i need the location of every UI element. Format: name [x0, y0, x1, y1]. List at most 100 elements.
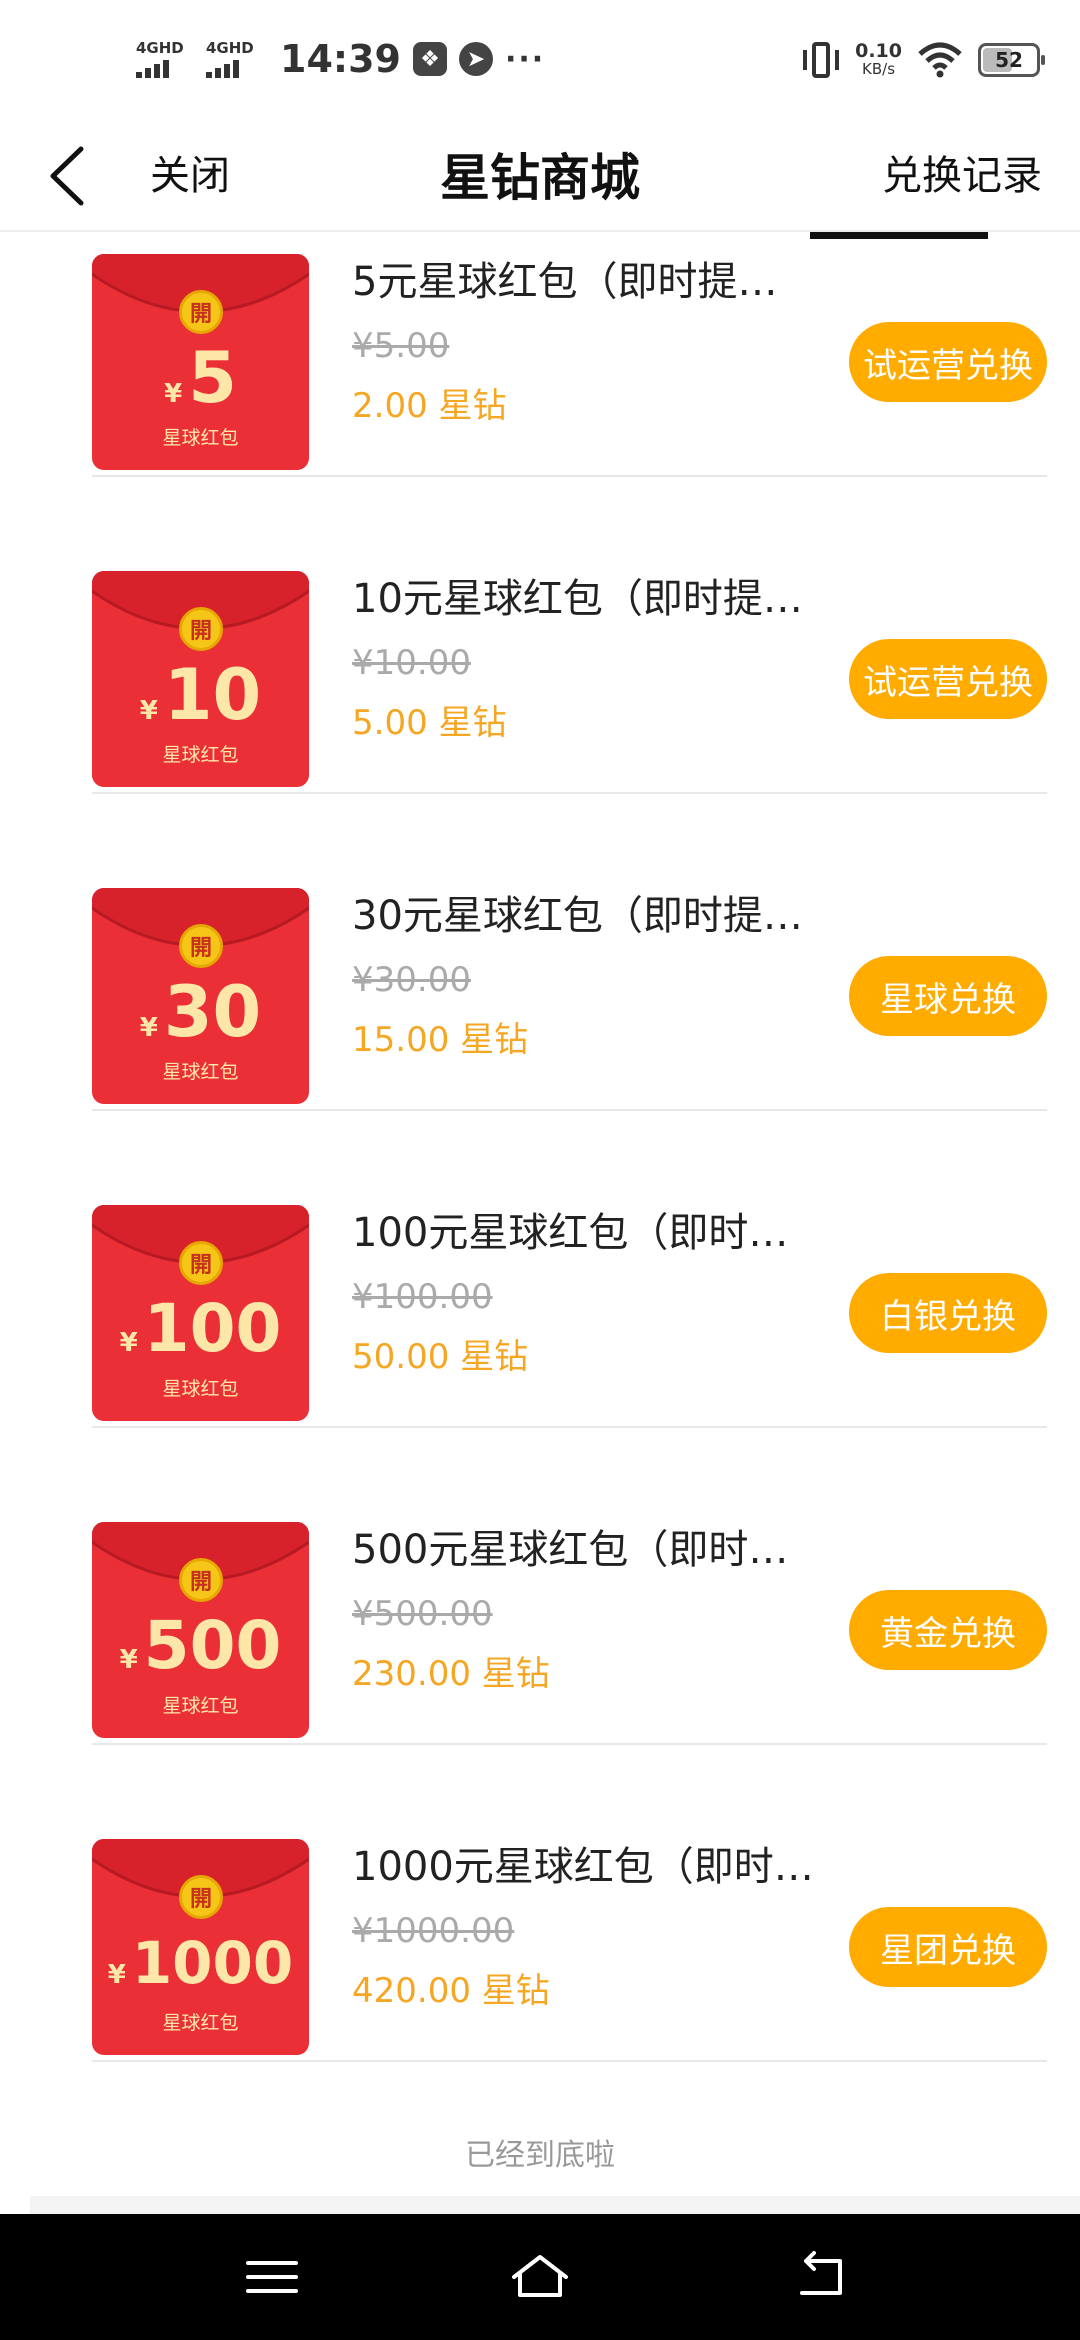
star-diamond-price: 50.00 星钻	[352, 1337, 529, 1377]
return-icon	[800, 2251, 842, 2295]
open-coin-icon: 開	[179, 924, 223, 968]
wifi-icon	[918, 42, 962, 78]
original-price: ¥10.00	[352, 643, 471, 683]
envelope-caption: 星球红包	[162, 427, 239, 449]
product-item[interactable]: 開 ¥5 星球红包 5元星球红包（即时提… ¥5.00 2.00 星钻 试运营兑换	[92, 161, 1047, 477]
original-price: ¥500.00	[352, 1594, 493, 1634]
star-diamond-price: 230.00 星钻	[352, 1654, 550, 1694]
currency-symbol: ¥	[164, 379, 183, 409]
exchange-button[interactable]: 黄金兑换	[849, 1590, 1047, 1670]
red-envelope-image: 開 ¥10 星球红包	[92, 571, 309, 787]
app-notification-icon: ❖	[412, 42, 447, 76]
home-button[interactable]	[510, 2247, 570, 2307]
star-diamond-price: 2.00 星钻	[352, 386, 507, 426]
signal-icon: 4GHD	[206, 40, 264, 78]
envelope-amount-value: 30	[163, 971, 262, 1053]
item-divider	[92, 1743, 1047, 1745]
product-name: 500元星球红包（即时…	[352, 1527, 789, 1573]
battery-icon: 52	[978, 43, 1045, 77]
original-price: ¥5.00	[352, 326, 450, 366]
product-name: 10元星球红包（即时提…	[352, 576, 803, 622]
vibrate-icon	[803, 40, 840, 80]
envelope-caption: 星球红包	[162, 744, 239, 766]
envelope-amount: ¥30	[92, 972, 309, 1052]
product-name: 5元星球红包（即时提…	[352, 259, 778, 305]
currency-symbol: ¥	[119, 1645, 138, 1675]
product-item[interactable]: 開 ¥1000 星球红包 1000元星球红包（即时… ¥1000.00 420.00 星钻…	[92, 1746, 1047, 2062]
item-divider	[92, 1109, 1047, 1111]
envelope-amount: ¥5	[92, 338, 309, 418]
exchange-button[interactable]: 星团兑换	[849, 1907, 1047, 1987]
item-divider	[92, 792, 1047, 794]
product-info: 5元星球红包（即时提… ¥5.00 2.00 星钻	[352, 254, 832, 430]
open-coin-icon: 開	[179, 607, 223, 651]
currency-symbol: ¥	[107, 1960, 126, 1990]
product-item[interactable]: 開 ¥100 星球红包 100元星球红包（即时… ¥100.00 50.00 星钻 白银兑换	[92, 1112, 1047, 1428]
battery-level: 52	[995, 48, 1023, 72]
item-divider	[92, 2060, 1047, 2062]
envelope-amount: ¥1000	[92, 1923, 309, 2003]
product-item[interactable]: 開 ¥30 星球红包 30元星球红包（即时提… ¥30.00 15.00 星钻 星球兑换	[92, 795, 1047, 1111]
envelope-caption: 星球红包	[162, 1061, 239, 1083]
end-of-list-text: 已经到底啦	[465, 2138, 615, 2173]
product-info: 500元星球红包（即时… ¥500.00 230.00 星钻	[352, 1522, 832, 1698]
item-divider	[92, 475, 1047, 477]
network-type-label: 4GHD	[206, 39, 254, 57]
network-speed: 0.10 KB/s	[855, 42, 902, 79]
envelope-amount-value: 10	[163, 654, 262, 736]
currency-symbol: ¥	[139, 696, 158, 726]
red-envelope-image: 開 ¥500 星球红包	[92, 1522, 309, 1738]
item-divider	[92, 1426, 1047, 1428]
envelope-amount-value: 1000	[131, 1929, 294, 1997]
envelope-amount-value: 5	[188, 337, 237, 419]
red-envelope-image: 開 ¥1000 星球红包	[92, 1839, 309, 2055]
exchange-button[interactable]: 星球兑换	[849, 956, 1047, 1036]
signal-icon: 4GHD	[136, 40, 194, 78]
red-envelope-image: 開 ¥30 星球红包	[92, 888, 309, 1104]
original-price: ¥100.00	[352, 1277, 493, 1317]
back-nav-button[interactable]	[792, 2247, 852, 2307]
envelope-amount-value: 500	[143, 1607, 282, 1684]
product-info: 1000元星球红包（即时… ¥1000.00 420.00 星钻	[352, 1839, 832, 2015]
envelope-caption: 星球红包	[162, 2012, 239, 2034]
product-item[interactable]: 開 ¥500 星球红包 500元星球红包（即时… ¥500.00 230.00 星钻 黄金兑…	[92, 1429, 1047, 1745]
product-name: 1000元星球红包（即时…	[352, 1844, 814, 1890]
original-price: ¥1000.00	[352, 1911, 515, 1951]
envelope-caption: 星球红包	[162, 1378, 239, 1400]
product-name: 100元星球红包（即时…	[352, 1210, 789, 1256]
envelope-amount: ¥10	[92, 655, 309, 735]
product-info: 10元星球红包（即时提… ¥10.00 5.00 星钻	[352, 571, 832, 747]
star-diamond-price: 15.00 星钻	[352, 1020, 529, 1060]
home-icon	[512, 2255, 568, 2297]
product-item[interactable]: 開 ¥10 星球红包 10元星球红包（即时提… ¥10.00 5.00 星钻 试运营兑换	[92, 478, 1047, 794]
list-bottom-spacer	[30, 2196, 1080, 2214]
star-diamond-price: 420.00 星钻	[352, 1971, 550, 2011]
speedometer-icon: ➤	[458, 42, 493, 76]
exchange-button[interactable]: 试运营兑换	[849, 322, 1047, 402]
envelope-amount: ¥100	[92, 1289, 309, 1369]
original-price: ¥30.00	[352, 960, 471, 1000]
exchange-button[interactable]: 白银兑换	[849, 1273, 1047, 1353]
envelope-amount: ¥500	[92, 1606, 309, 1686]
clock: 14:39	[280, 37, 401, 81]
menu-button[interactable]	[242, 2247, 302, 2307]
open-coin-icon: 開	[179, 1875, 223, 1919]
envelope-amount-value: 100	[143, 1290, 282, 1367]
system-nav-bar	[0, 2214, 1080, 2340]
currency-symbol: ¥	[119, 1328, 138, 1358]
exchange-button[interactable]: 试运营兑换	[849, 639, 1047, 719]
envelope-caption: 星球红包	[162, 1695, 239, 1717]
network-speed-unit: KB/s	[862, 60, 896, 78]
network-type-label: 4GHD	[136, 39, 184, 57]
star-diamond-price: 5.00 星钻	[352, 703, 507, 743]
open-coin-icon: 開	[179, 1558, 223, 1602]
open-coin-icon: 開	[179, 1241, 223, 1285]
more-notifications-icon: ···	[504, 41, 546, 77]
status-bar: 4GHD 4GHD 14:39 ❖ ➤ ··· 0.10 KB/s 52	[0, 0, 1080, 120]
product-name: 30元星球红包（即时提…	[352, 893, 803, 939]
product-info: 100元星球红包（即时… ¥100.00 50.00 星钻	[352, 1205, 832, 1381]
product-info: 30元星球红包（即时提… ¥30.00 15.00 星钻	[352, 888, 832, 1064]
red-envelope-image: 開 ¥100 星球红包	[92, 1205, 309, 1421]
open-coin-icon: 開	[179, 290, 223, 334]
menu-icon	[246, 2261, 298, 2293]
